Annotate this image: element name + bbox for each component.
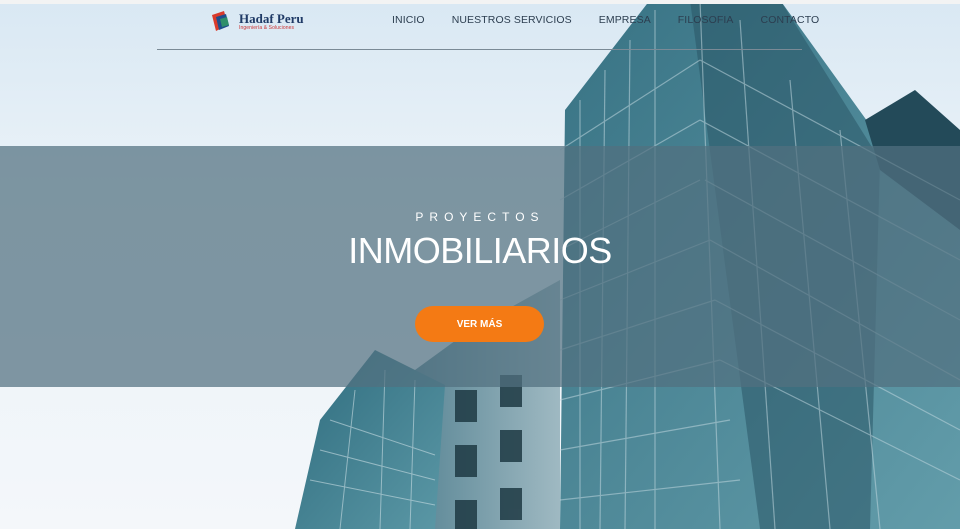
logo-icon (210, 9, 234, 33)
ver-mas-button[interactable]: VER MÁS (415, 306, 544, 342)
brand-logo[interactable]: Hadaf Peru Ingeniería & Soluciones (210, 8, 320, 34)
nav-item-contacto[interactable]: CONTACTO (761, 14, 820, 30)
nav-item-empresa[interactable]: EMPRESA (599, 14, 651, 30)
nav-item-inicio[interactable]: INICIO (392, 14, 425, 30)
main-nav: INICIO NUESTROS SERVICIOS EMPRESA FILOSO… (392, 14, 846, 30)
top-rule (0, 0, 960, 4)
brand-tagline: Ingeniería & Soluciones (239, 24, 295, 31)
nav-item-servicios[interactable]: NUESTROS SERVICIOS (452, 14, 572, 30)
hero-subtitle: PROYECTOS (415, 210, 545, 224)
brand-name: Hadaf Peru (239, 10, 304, 26)
hero-title: INMOBILIARIOS (348, 230, 612, 271)
hero-banner: PROYECTOS INMOBILIARIOS VER MÁS (0, 146, 960, 387)
site-header: Hadaf Peru Ingeniería & Soluciones INICI… (0, 0, 960, 50)
nav-item-filosofia[interactable]: FILOSOFIA (678, 14, 734, 30)
header-divider (157, 49, 802, 50)
